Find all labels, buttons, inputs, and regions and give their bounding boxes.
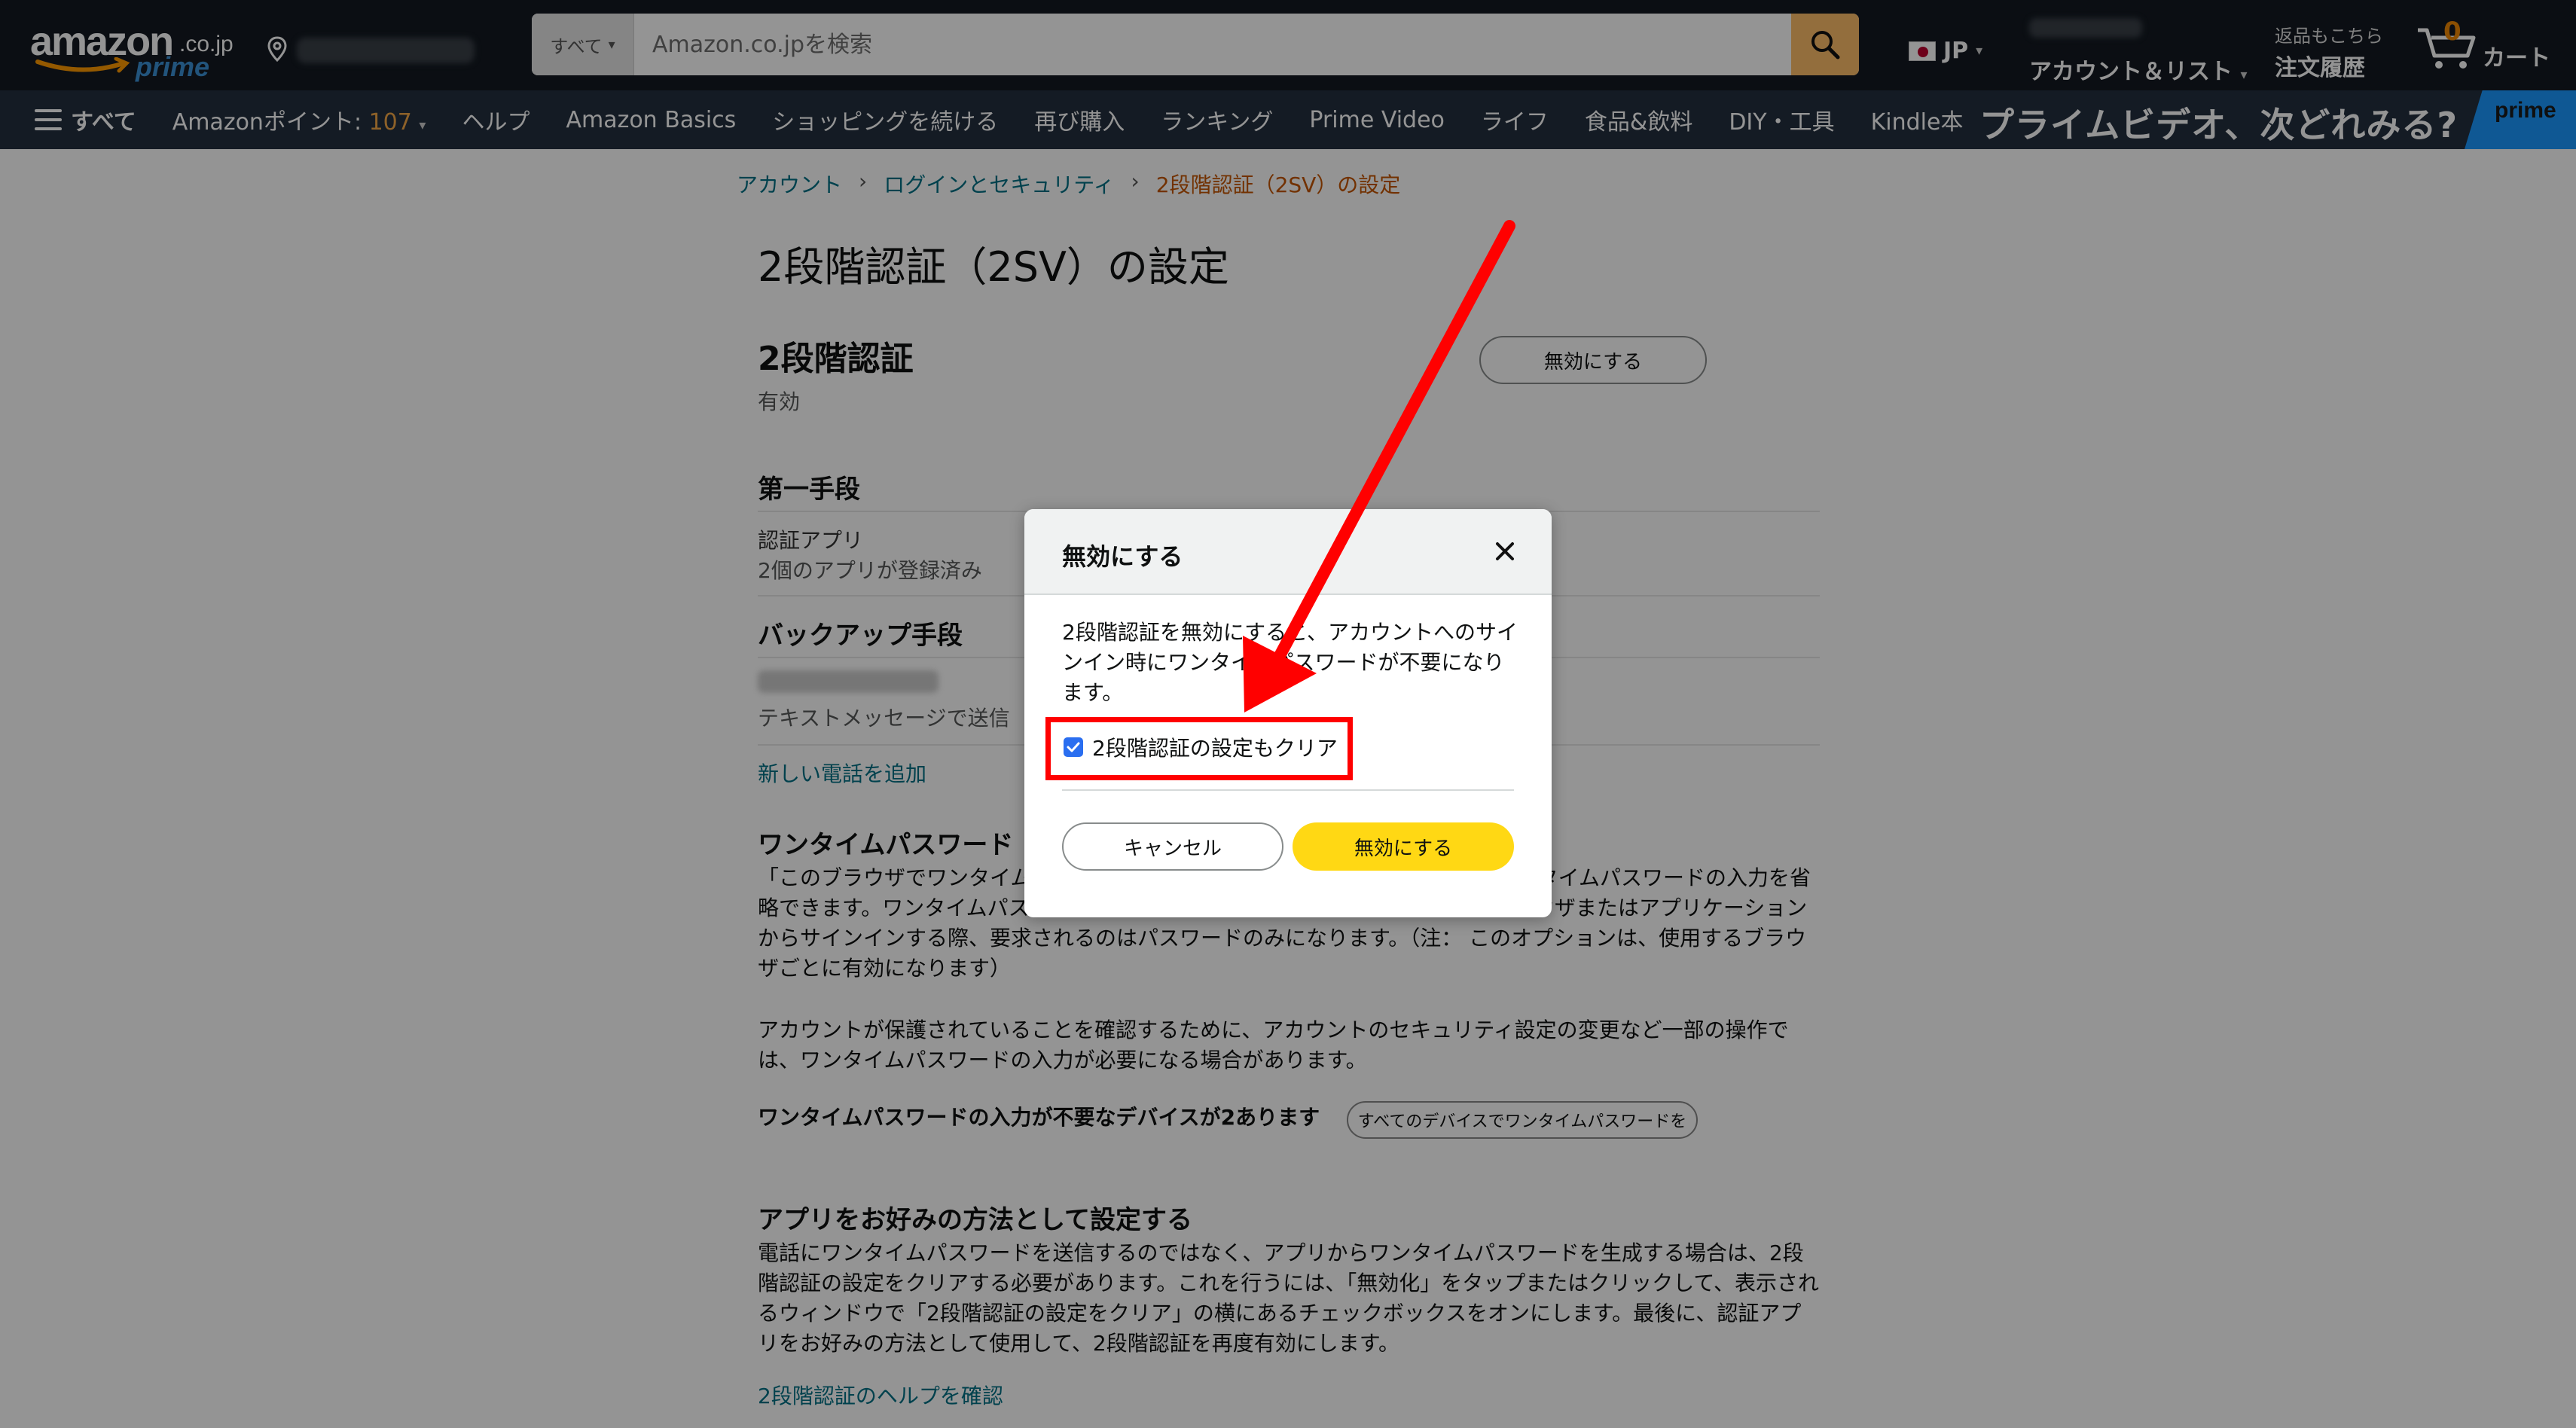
annotation-highlight-box: [1045, 717, 1353, 780]
close-button[interactable]: [1488, 535, 1521, 568]
close-icon: [1496, 542, 1514, 560]
disable-2sv-dialog: 無効にする 2段階認証を無効にすると、アカウントへのサインイン時にワンタイムパス…: [1024, 509, 1552, 917]
dialog-title: 無効にする: [1062, 542, 1183, 571]
dialog-header: 無効にする: [1024, 509, 1552, 595]
dialog-message: 2段階認証を無効にすると、アカウントへのサインイン時にワンタイムパスワードが不要…: [1062, 620, 1518, 705]
confirm-disable-button[interactable]: 無効にする: [1293, 822, 1514, 871]
cancel-button[interactable]: キャンセル: [1062, 822, 1283, 871]
divider: [1062, 789, 1514, 791]
